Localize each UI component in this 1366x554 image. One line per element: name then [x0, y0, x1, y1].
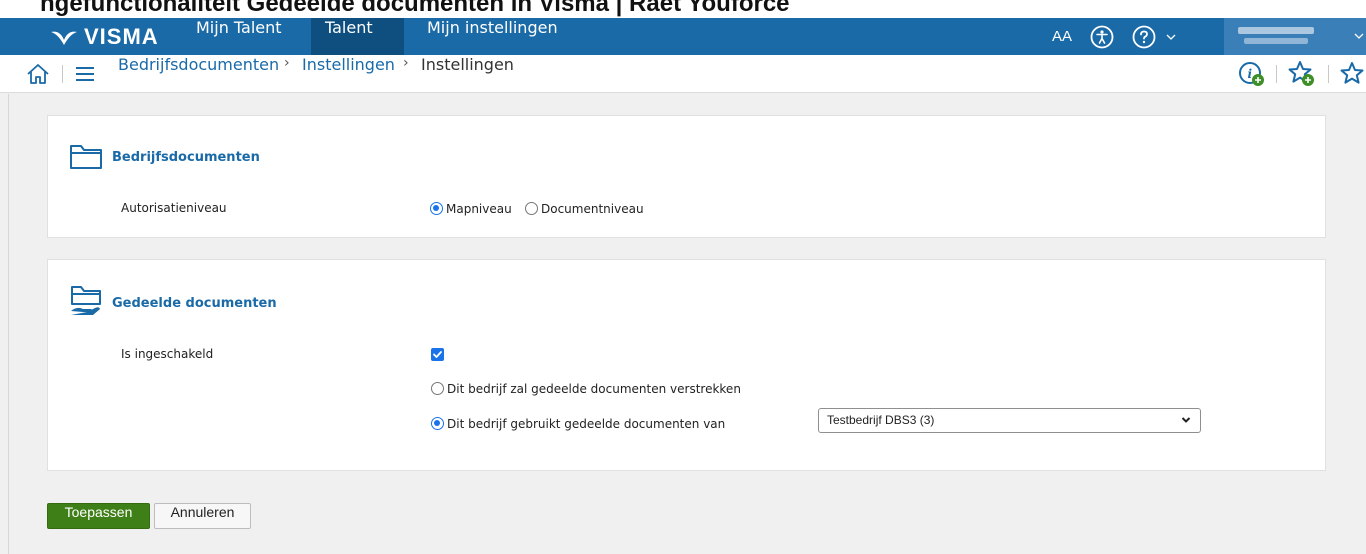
hamburger-menu-icon[interactable]	[74, 63, 96, 85]
visma-swoosh-icon	[51, 31, 77, 45]
svg-text:i: i	[1248, 67, 1253, 81]
breadcrumb-separator: ›	[284, 55, 290, 71]
breadcrumb-bar: Bedrijfsdocumenten › Instellingen › Inst…	[0, 55, 1366, 93]
nav-mijn-talent[interactable]: Mijn Talent	[182, 18, 296, 55]
folder-icon	[70, 145, 102, 169]
help-icon	[1132, 25, 1156, 48]
divider	[62, 65, 63, 83]
divider	[1328, 65, 1329, 83]
company-select[interactable]: Testbedrijf DBS3 (3)	[818, 408, 1201, 433]
company-select-value: Testbedrijf DBS3 (3)	[827, 413, 935, 427]
user-company-blurred	[1244, 38, 1308, 44]
breadcrumb-current: Instellingen	[421, 55, 514, 74]
divider	[1276, 65, 1277, 83]
top-navigation-bar: VISMA Mijn Talent Talent Mijn instelling…	[0, 18, 1366, 55]
apply-button[interactable]: Toepassen	[47, 503, 150, 529]
nav-mijn-instellingen[interactable]: Mijn instellingen	[413, 18, 572, 55]
chevron-down-icon	[1181, 417, 1191, 423]
is-ingeschakeld-checkbox[interactable]	[431, 348, 444, 361]
favorite-add-icon[interactable]	[1287, 60, 1317, 88]
shared-folder-icon	[71, 286, 101, 315]
card-gedeelde-documenten: Gedeelde documenten Is ingeschakeld Dit …	[47, 259, 1326, 471]
gebruikt-radio[interactable]	[431, 417, 444, 430]
main-content: Bedrijfsdocumenten Autorisatieniveau Map…	[8, 94, 1366, 554]
user-menu[interactable]	[1224, 18, 1366, 55]
card-title: Gedeelde documenten	[112, 296, 277, 311]
checkmark-icon	[433, 351, 442, 358]
card-title: Bedrijfsdocumenten	[112, 150, 260, 165]
home-icon[interactable]	[26, 62, 50, 86]
accessibility-button[interactable]	[1090, 18, 1114, 55]
user-name-blurred	[1238, 27, 1314, 34]
verstrekken-radio[interactable]	[431, 382, 444, 395]
clipped-heading-text: ngefunctionaliteit Gedeelde documenten i…	[40, 0, 790, 17]
card-bedrijfsdocumenten: Bedrijfsdocumenten Autorisatieniveau Map…	[47, 115, 1326, 238]
is-ingeschakeld-label: Is ingeschakeld	[121, 347, 214, 361]
breadcrumb-bedrijfsdocumenten[interactable]: Bedrijfsdocumenten	[118, 55, 279, 93]
verstrekken-label[interactable]: Dit bedrijf zal gedeelde documenten vers…	[447, 382, 741, 396]
visma-logo[interactable]: VISMA	[50, 22, 159, 51]
nav-talent[interactable]: Talent	[311, 18, 404, 55]
accessibility-icon	[1090, 25, 1114, 48]
breadcrumb-instellingen[interactable]: Instellingen	[302, 55, 395, 93]
help-menu-button[interactable]	[1132, 18, 1178, 55]
documentniveau-radio[interactable]	[525, 202, 538, 215]
chevron-down-icon	[1354, 33, 1364, 39]
documentniveau-label[interactable]: Documentniveau	[541, 202, 644, 216]
font-size-button[interactable]: AA	[1052, 18, 1072, 55]
mapniveau-radio[interactable]	[430, 202, 443, 215]
cancel-button[interactable]: Annuleren	[154, 503, 251, 529]
font-size-label: AA	[1052, 28, 1073, 45]
mapniveau-label[interactable]: Mapniveau	[446, 202, 512, 216]
chevron-down-icon	[1166, 34, 1176, 40]
breadcrumb-separator: ›	[403, 55, 409, 71]
info-add-icon[interactable]: i	[1238, 60, 1266, 88]
top-clipped-heading: ngefunctionaliteit Gedeelde documenten i…	[0, 0, 1366, 18]
logo-text: VISMA	[84, 23, 159, 49]
autorisatieniveau-label: Autorisatieniveau	[121, 201, 227, 215]
gebruikt-label[interactable]: Dit bedrijf gebruikt gedeelde documenten…	[447, 417, 725, 431]
star-icon[interactable]	[1338, 60, 1366, 88]
